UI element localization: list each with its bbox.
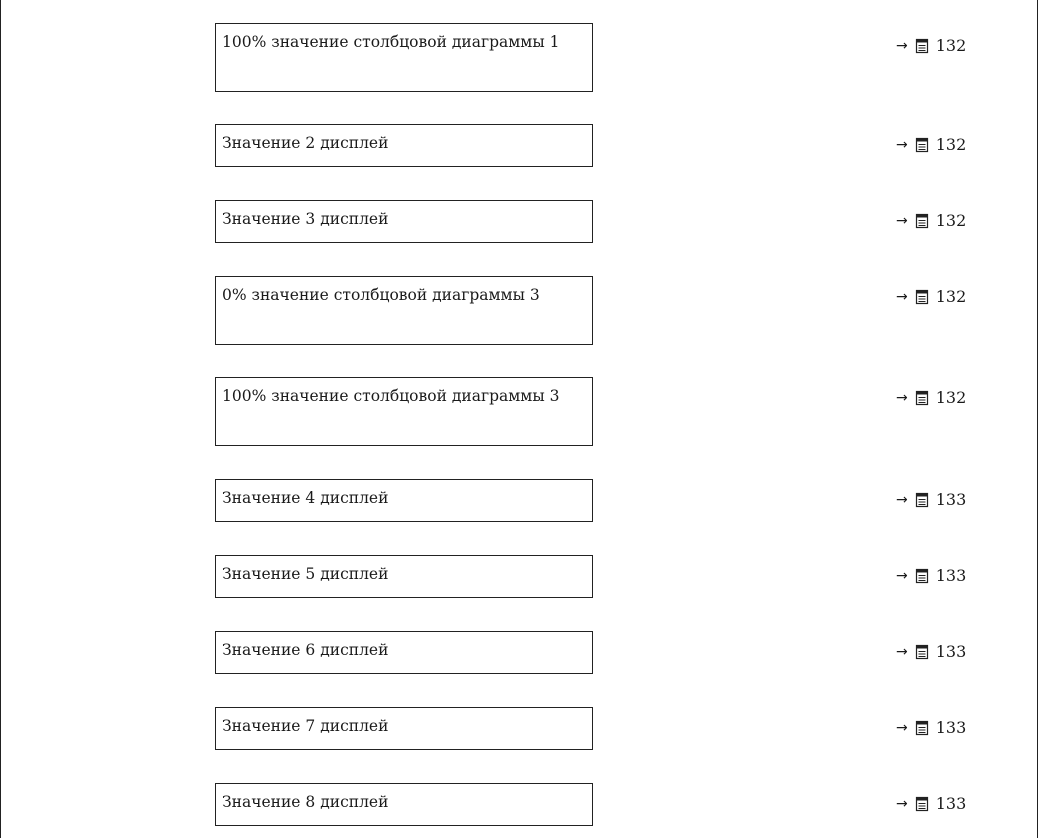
parameter-label: Значение 3 дисплей: [222, 210, 389, 228]
page-number: 133: [935, 718, 967, 737]
page-number: 133: [935, 490, 967, 509]
page-reference[interactable]: → 132: [896, 388, 966, 408]
arrow-icon: →: [896, 568, 908, 584]
page-reference-icon: [914, 492, 930, 508]
page-reference-icon: [914, 720, 930, 736]
page-number: 133: [935, 794, 967, 813]
parameter-box[interactable]: Значение 8 дисплей: [215, 783, 593, 826]
page-number: 132: [935, 388, 967, 407]
parameter-box[interactable]: Значение 5 дисплей: [215, 555, 593, 598]
page-number: 132: [935, 211, 967, 230]
parameter-box[interactable]: 100% значение столбцовой диаграммы 3: [215, 377, 593, 446]
page-number: 132: [935, 135, 967, 154]
left-margin-rule: [0, 0, 1, 838]
right-margin-rule: [1037, 0, 1038, 838]
page-reference[interactable]: → 133: [896, 642, 966, 662]
arrow-icon: →: [896, 137, 908, 153]
page-reference-icon: [914, 390, 930, 406]
parameter-label: 100% значение столбцовой диаграммы 3: [222, 387, 560, 405]
arrow-icon: →: [896, 38, 908, 54]
page-reference[interactable]: → 133: [896, 718, 966, 738]
parameter-label: Значение 6 дисплей: [222, 641, 389, 659]
parameter-label: Значение 2 дисплей: [222, 134, 389, 152]
parameter-box[interactable]: Значение 6 дисплей: [215, 631, 593, 674]
arrow-icon: →: [896, 644, 908, 660]
page-reference[interactable]: → 133: [896, 794, 966, 814]
parameter-label: Значение 5 дисплей: [222, 565, 389, 583]
arrow-icon: →: [896, 720, 908, 736]
page-reference-icon: [914, 568, 930, 584]
arrow-icon: →: [896, 289, 908, 305]
page-reference-icon: [914, 289, 930, 305]
page-reference[interactable]: → 133: [896, 490, 966, 510]
parameter-label: 0% значение столбцовой диаграммы 3: [222, 286, 540, 304]
page-reference-icon: [914, 796, 930, 812]
page-reference[interactable]: → 133: [896, 566, 966, 586]
parameter-box[interactable]: 100% значение столбцовой диаграммы 1: [215, 23, 593, 92]
arrow-icon: →: [896, 796, 908, 812]
page-reference-icon: [914, 137, 930, 153]
page-reference[interactable]: → 132: [896, 211, 966, 231]
page-number: 132: [935, 287, 967, 306]
parameter-label: Значение 7 дисплей: [222, 717, 389, 735]
page-number: 133: [935, 566, 967, 585]
arrow-icon: →: [896, 390, 908, 406]
parameter-label: 100% значение столбцовой диаграммы 1: [222, 33, 560, 51]
arrow-icon: →: [896, 492, 908, 508]
parameter-box[interactable]: Значение 4 дисплей: [215, 479, 593, 522]
page-reference[interactable]: → 132: [896, 36, 966, 56]
arrow-icon: →: [896, 213, 908, 229]
parameter-label: Значение 4 дисплей: [222, 489, 389, 507]
parameter-box[interactable]: 0% значение столбцовой диаграммы 3: [215, 276, 593, 345]
page-reference[interactable]: → 132: [896, 135, 966, 155]
parameter-box[interactable]: Значение 7 дисплей: [215, 707, 593, 750]
parameter-label: Значение 8 дисплей: [222, 793, 389, 811]
page-reference-icon: [914, 38, 930, 54]
parameter-box[interactable]: Значение 3 дисплей: [215, 200, 593, 243]
page-reference-icon: [914, 644, 930, 660]
page-number: 132: [935, 36, 967, 55]
page-reference[interactable]: → 132: [896, 287, 966, 307]
page-number: 133: [935, 642, 967, 661]
parameter-box[interactable]: Значение 2 дисплей: [215, 124, 593, 167]
page-reference-icon: [914, 213, 930, 229]
